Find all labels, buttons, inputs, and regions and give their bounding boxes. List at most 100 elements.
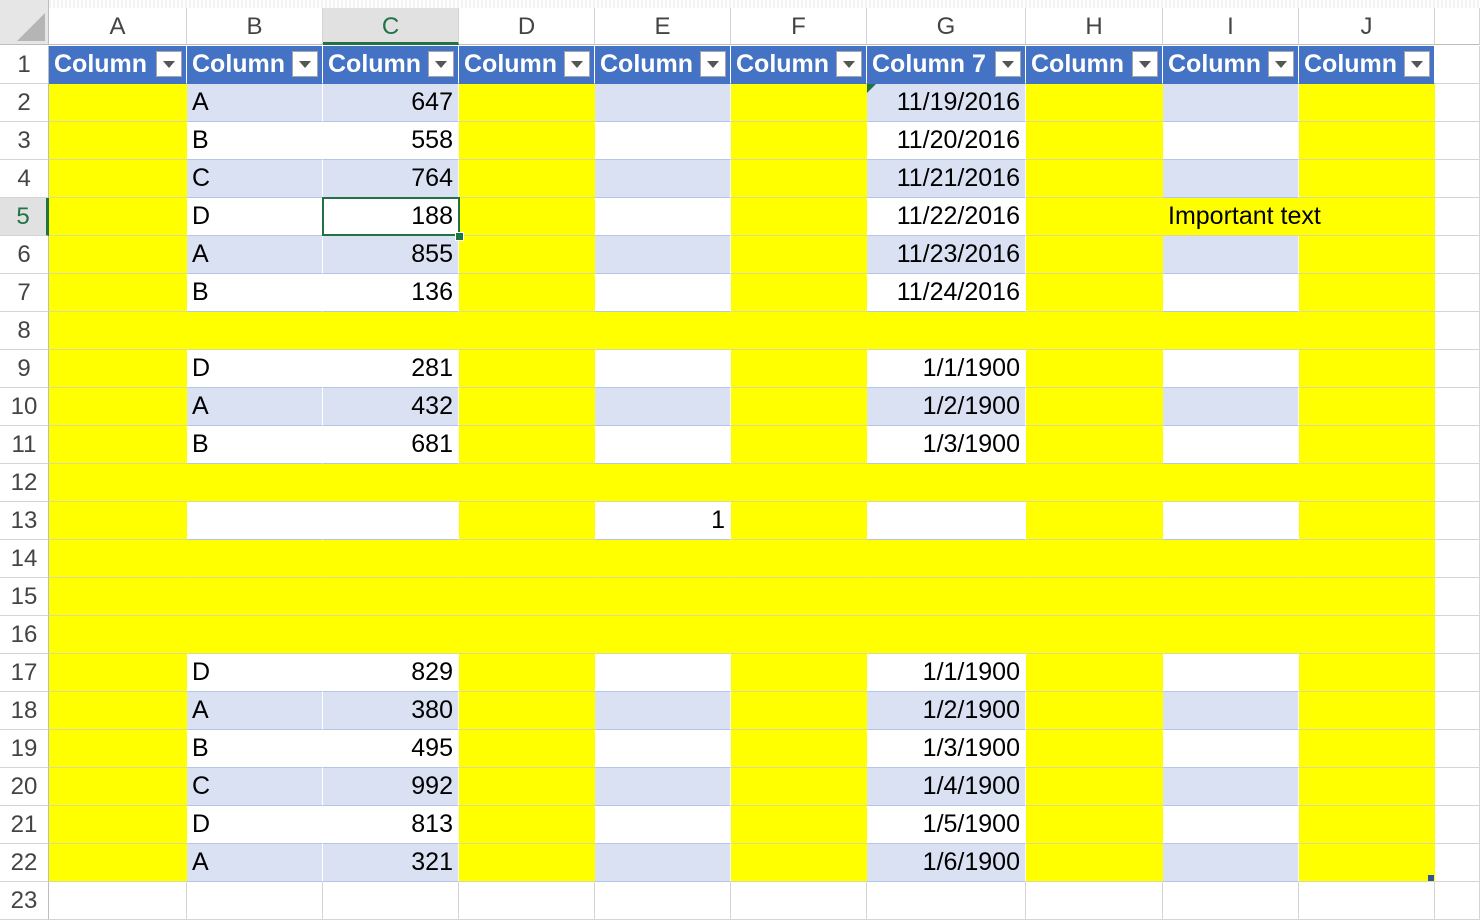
select-all-corner[interactable] [0, 0, 49, 45]
cell-k15[interactable] [1435, 578, 1480, 616]
row-header-4[interactable]: 4 [0, 160, 49, 198]
cell-k8[interactable] [1435, 312, 1480, 350]
cell-k3[interactable] [1435, 122, 1480, 160]
cell-b3[interactable]: B [187, 122, 323, 160]
cell-i16[interactable] [1163, 616, 1299, 654]
cell-e18[interactable] [595, 692, 731, 730]
cell-h9[interactable] [1026, 350, 1163, 388]
cell-h19[interactable] [1026, 730, 1163, 768]
cell-k19[interactable] [1435, 730, 1480, 768]
cell-e8[interactable] [595, 312, 731, 350]
cell-b11[interactable]: B [187, 426, 323, 464]
cell-e6[interactable] [595, 236, 731, 274]
cell-g5[interactable]: 11/22/2016 [867, 198, 1026, 236]
row-header-5[interactable]: 5 [0, 198, 49, 236]
cell-h18[interactable] [1026, 692, 1163, 730]
cell-e5[interactable] [595, 198, 731, 236]
cell-d11[interactable] [459, 426, 595, 464]
cell-j2[interactable] [1299, 84, 1435, 122]
cell-a20[interactable] [49, 768, 187, 806]
cell-j13[interactable] [1299, 502, 1435, 540]
row-header-12[interactable]: 12 [0, 464, 49, 502]
cell-k7[interactable] [1435, 274, 1480, 312]
row-header-20[interactable]: 20 [0, 768, 49, 806]
cell-c17[interactable]: 829 [323, 654, 459, 692]
cell-j23[interactable] [1299, 882, 1435, 920]
cell-c19[interactable]: 495 [323, 730, 459, 768]
cell-b21[interactable]: D [187, 806, 323, 844]
cell-f17[interactable] [731, 654, 867, 692]
cell-b17[interactable]: D [187, 654, 323, 692]
cell-c12[interactable] [323, 464, 459, 502]
cell-b22[interactable]: A [187, 844, 323, 882]
filter-dropdown-icon[interactable] [1132, 51, 1158, 77]
cell-a6[interactable] [49, 236, 187, 274]
row-header-7[interactable]: 7 [0, 274, 49, 312]
cell-d10[interactable] [459, 388, 595, 426]
row-header-6[interactable]: 6 [0, 236, 49, 274]
cell-i2[interactable] [1163, 84, 1299, 122]
cell-i22[interactable] [1163, 844, 1299, 882]
cell-h6[interactable] [1026, 236, 1163, 274]
cell-i6[interactable] [1163, 236, 1299, 274]
cell-c5[interactable]: 188 [323, 198, 459, 236]
cell-j20[interactable] [1299, 768, 1435, 806]
row-header-18[interactable]: 18 [0, 692, 49, 730]
row-header-10[interactable]: 10 [0, 388, 49, 426]
table-header-b[interactable]: Column [187, 46, 323, 84]
cell-c7[interactable]: 136 [323, 274, 459, 312]
cell-j14[interactable] [1299, 540, 1435, 578]
cell-g8[interactable] [867, 312, 1026, 350]
cell-d4[interactable] [459, 160, 595, 198]
cell-c6[interactable]: 855 [323, 236, 459, 274]
cell-a12[interactable] [49, 464, 187, 502]
cell-a22[interactable] [49, 844, 187, 882]
cell-h8[interactable] [1026, 312, 1163, 350]
cell-c4[interactable]: 764 [323, 160, 459, 198]
row-header-16[interactable]: 16 [0, 616, 49, 654]
cell-h17[interactable] [1026, 654, 1163, 692]
cell-g9[interactable]: 1/1/1900 [867, 350, 1026, 388]
cell-i18[interactable] [1163, 692, 1299, 730]
cell-b20[interactable]: C [187, 768, 323, 806]
column-header-j[interactable]: J [1299, 8, 1435, 45]
cell-d12[interactable] [459, 464, 595, 502]
column-header-g[interactable]: G [867, 8, 1026, 45]
cell-h3[interactable] [1026, 122, 1163, 160]
cell-d14[interactable] [459, 540, 595, 578]
cell-j12[interactable] [1299, 464, 1435, 502]
cell-g17[interactable]: 1/1/1900 [867, 654, 1026, 692]
cell-d19[interactable] [459, 730, 595, 768]
cell-f11[interactable] [731, 426, 867, 464]
cell-i14[interactable] [1163, 540, 1299, 578]
cell-c8[interactable] [323, 312, 459, 350]
cell-d16[interactable] [459, 616, 595, 654]
cell-c3[interactable]: 558 [323, 122, 459, 160]
cell-j21[interactable] [1299, 806, 1435, 844]
cell-k17[interactable] [1435, 654, 1480, 692]
cell-d6[interactable] [459, 236, 595, 274]
cell-c23[interactable] [323, 882, 459, 920]
cell-f16[interactable] [731, 616, 867, 654]
cell-g2[interactable]: 11/19/2016 [867, 84, 1026, 122]
cell-i15[interactable] [1163, 578, 1299, 616]
cell-a4[interactable] [49, 160, 187, 198]
filter-dropdown-icon[interactable] [1404, 51, 1430, 77]
cell-e10[interactable] [595, 388, 731, 426]
cell-k4[interactable] [1435, 160, 1480, 198]
cell-a8[interactable] [49, 312, 187, 350]
cell-i8[interactable] [1163, 312, 1299, 350]
cell-c9[interactable]: 281 [323, 350, 459, 388]
cell-b7[interactable]: B [187, 274, 323, 312]
cell-k21[interactable] [1435, 806, 1480, 844]
cell-d2[interactable] [459, 84, 595, 122]
cell-f4[interactable] [731, 160, 867, 198]
cell-g16[interactable] [867, 616, 1026, 654]
cell-k16[interactable] [1435, 616, 1480, 654]
row-header-15[interactable]: 15 [0, 578, 49, 616]
cell-f7[interactable] [731, 274, 867, 312]
cell-i10[interactable] [1163, 388, 1299, 426]
cell-d7[interactable] [459, 274, 595, 312]
cell-b10[interactable]: A [187, 388, 323, 426]
cell-a15[interactable] [49, 578, 187, 616]
